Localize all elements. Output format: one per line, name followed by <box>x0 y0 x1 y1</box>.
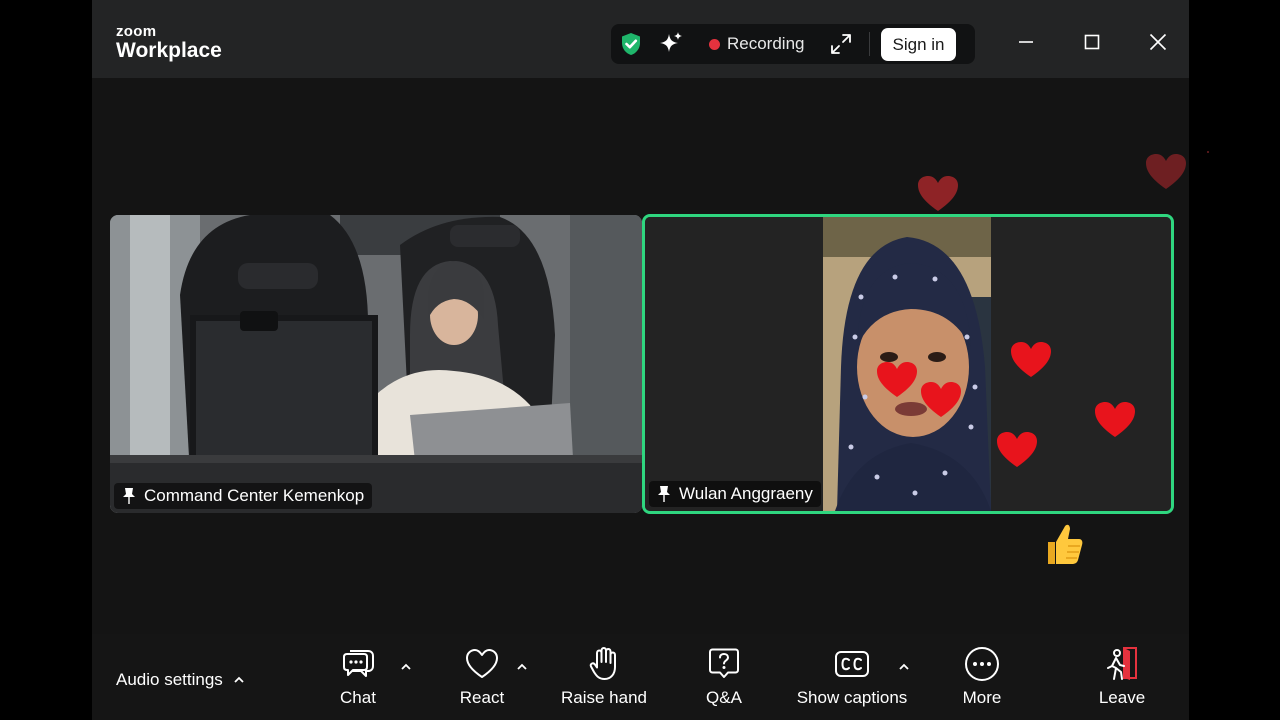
minimize-icon[interactable] <box>1012 28 1040 56</box>
pin-icon <box>123 488 135 504</box>
leave-button[interactable]: Leave <box>1094 646 1150 714</box>
logo-workplace-text: Workplace <box>116 39 222 62</box>
heart-reaction-icon <box>877 362 917 397</box>
status-divider <box>869 32 870 56</box>
react-button[interactable]: React <box>452 646 512 714</box>
pin-icon <box>658 486 670 502</box>
more-button[interactable]: More <box>954 646 1010 714</box>
participant-name-tag: Command Center Kemenkop <box>114 483 373 509</box>
chat-icon <box>343 650 374 677</box>
video-tile-command-center[interactable]: Command Center Kemenkop <box>110 215 642 513</box>
heart-reaction-icon <box>1011 342 1051 377</box>
cc-icon <box>835 651 869 677</box>
sign-in-button[interactable]: Sign in <box>881 28 956 61</box>
raise-hand-button[interactable]: Raise hand <box>556 646 652 714</box>
heart-reaction-icon <box>921 382 961 417</box>
heart-reaction-icon <box>997 432 1037 467</box>
meeting-toolbar: Audio settings Chat React Raise hand Q&A… <box>92 634 1189 720</box>
close-icon[interactable] <box>1144 28 1172 56</box>
more-dots-icon <box>965 647 999 681</box>
participant-name-tag: Wulan Anggraeny <box>649 481 821 507</box>
chevron-up-icon[interactable] <box>400 662 412 672</box>
show-captions-label: Show captions <box>796 688 908 707</box>
participant-name: Wulan Anggraeny <box>679 484 813 503</box>
title-bar: zoom Workplace Recording Sign in <box>92 0 1189 78</box>
heart-reaction-icon <box>1146 154 1186 189</box>
chevron-up-icon[interactable] <box>516 662 528 672</box>
recording-label[interactable]: Recording <box>727 34 805 54</box>
thumbs-up-reaction-icon <box>1048 524 1083 564</box>
heart-reaction-icon <box>1095 402 1135 437</box>
react-label: React <box>459 688 505 707</box>
show-captions-button[interactable]: Show captions <box>792 646 912 714</box>
qa-button[interactable]: Q&A <box>698 646 750 714</box>
heart-icon <box>466 649 498 678</box>
meeting-status-bar: Recording Sign in <box>611 24 975 64</box>
shield-check-icon[interactable] <box>619 32 643 56</box>
video-gallery: Command Center Kemenkop Wulan Anggraeny <box>92 78 1209 634</box>
chat-button[interactable]: Chat <box>330 646 386 714</box>
audio-settings-button[interactable]: Audio settings <box>116 670 245 690</box>
leave-label: Leave <box>1098 688 1146 707</box>
qa-label: Q&A <box>706 688 742 707</box>
maximize-icon[interactable] <box>1078 28 1106 56</box>
chevron-up-icon[interactable] <box>898 662 910 672</box>
expand-icon[interactable] <box>829 32 853 56</box>
zoom-window: zoom Workplace Recording Sign in Command… <box>92 0 1209 720</box>
hand-icon <box>589 647 616 680</box>
heart-reaction-icon <box>918 176 958 211</box>
question-icon <box>709 648 739 678</box>
chat-label: Chat <box>340 688 376 707</box>
recording-dot-icon <box>709 39 720 50</box>
heart-reaction-icon <box>1207 151 1209 153</box>
leave-icon <box>1107 647 1137 680</box>
more-label: More <box>962 688 1002 707</box>
sparkle-icon[interactable] <box>657 30 685 58</box>
chevron-up-icon <box>234 676 244 683</box>
participant-name: Command Center Kemenkop <box>144 486 365 505</box>
audio-settings-label: Audio settings <box>116 670 223 689</box>
zoom-workplace-logo: zoom Workplace <box>116 24 222 63</box>
logo-zoom-text: zoom <box>116 23 157 40</box>
raise-hand-label: Raise hand <box>560 688 647 707</box>
video-feed-command-center <box>110 215 642 513</box>
